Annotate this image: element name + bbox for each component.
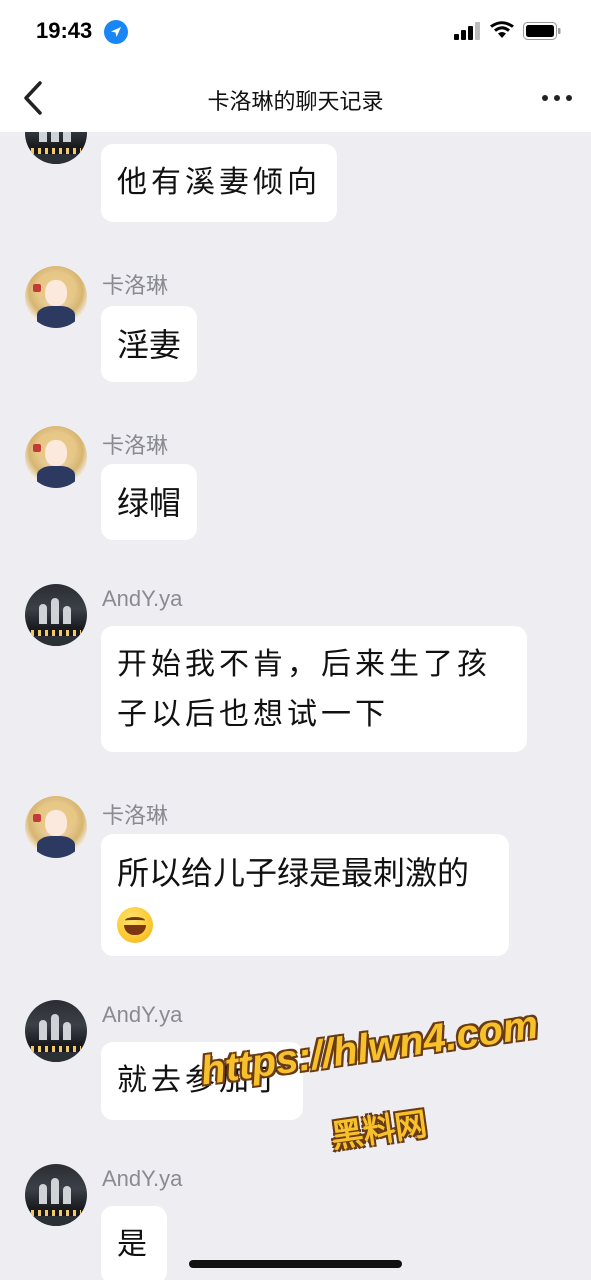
message-bubble[interactable]: 开始我不肯，后来生了孩 子以后也想试一下 (101, 626, 527, 752)
message-bubble[interactable]: 是 (101, 1206, 167, 1280)
cellular-signal-icon (454, 22, 480, 40)
message-bubble[interactable]: 淫妻 (101, 306, 198, 382)
status-time: 19:43 (36, 18, 93, 43)
status-bar: 19:43 (0, 0, 591, 64)
location-arrow-icon (104, 20, 128, 44)
message-bubble[interactable]: 就去参加了 (101, 1042, 303, 1120)
more-options-icon[interactable] (538, 88, 574, 108)
avatar-andy[interactable] (25, 132, 87, 164)
chat-list[interactable]: 他有溪妻倾向 卡洛琳 淫妻 卡洛琳 绿帽 AndY.ya 开始我不肯，后来生了孩… (0, 132, 591, 1280)
sender-name: 卡洛琳 (102, 273, 169, 298)
sender-name: AndY.ya (102, 1002, 183, 1027)
wifi-icon (490, 21, 514, 38)
message-line: 开始我不肯，后来生了孩 (117, 647, 491, 682)
message-bubble[interactable]: 绿帽 (101, 464, 198, 540)
avatar-caroline[interactable] (25, 266, 87, 328)
grinning-face-emoji-icon (117, 907, 153, 943)
message-bubble[interactable]: 所以给儿子绿是最刺激的 (101, 834, 509, 956)
sender-name: 卡洛琳 (102, 433, 169, 458)
message-line: 所以给儿子绿是最刺激的 (117, 854, 470, 892)
page-title: 卡洛琳的聊天记录 (207, 89, 384, 114)
battery-icon (523, 22, 561, 40)
avatar-caroline[interactable] (25, 796, 87, 858)
avatar-andy[interactable] (25, 1164, 87, 1226)
message-line (117, 898, 493, 948)
sender-name: AndY.ya (102, 586, 183, 611)
message-line: 子以后也想试一下 (117, 697, 389, 732)
avatar-andy[interactable] (25, 584, 87, 646)
top-bar: 19:43 卡洛琳的聊天记录 (0, 0, 591, 132)
sender-name: 卡洛琳 (102, 803, 169, 828)
avatar-andy[interactable] (25, 1000, 87, 1062)
avatar-caroline[interactable] (25, 426, 87, 488)
message-bubble[interactable]: 他有溪妻倾向 (101, 144, 337, 222)
home-indicator[interactable] (189, 1260, 402, 1268)
sender-name: AndY.ya (102, 1166, 183, 1191)
